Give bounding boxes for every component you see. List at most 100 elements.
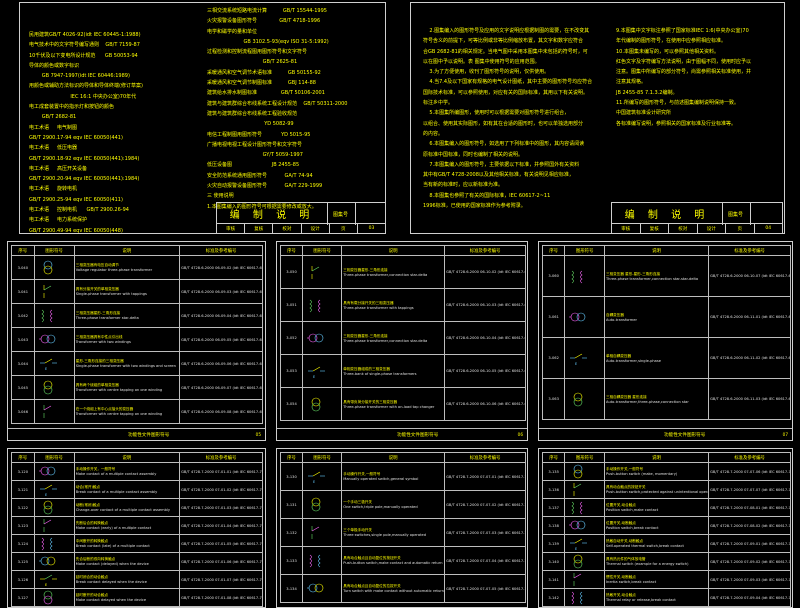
text-line: 过程检测和控制流程图用图形符号和文字符号 bbox=[207, 47, 347, 57]
electrical-symbol-icon: E bbox=[304, 468, 328, 485]
symbol-number: 3-142 bbox=[543, 589, 565, 607]
column-header: 序号 bbox=[543, 246, 565, 256]
symbol-number: 3-062 bbox=[543, 338, 565, 379]
symbol-cell bbox=[565, 256, 605, 297]
symbol-number: 3-043 bbox=[12, 328, 35, 352]
description-zh: 延时断开的动合触点 bbox=[76, 593, 108, 597]
symbol-description: 具有有载分接开关的三相变压器Three-phase transformer wi… bbox=[342, 289, 445, 322]
symbol-table: 序号图形符号说明标准及参考编号3-120手动操作开关，一般符号Make cont… bbox=[11, 452, 263, 608]
sheet-footer-title: 功能性文件图形符号 bbox=[128, 432, 169, 438]
symbol-table: 序号图形符号说明标准及参考编号3-130E手动操作开关,一般符号Manually… bbox=[280, 452, 526, 603]
symbol-number: 3-040 bbox=[12, 256, 35, 280]
svg-text:E: E bbox=[45, 367, 47, 371]
electrical-symbol-icon: E bbox=[304, 363, 328, 380]
description-zh: 手动操作开关,一般符号 bbox=[606, 467, 643, 471]
description-en: Thermal relay or release,break contact bbox=[606, 598, 707, 602]
svg-text:E: E bbox=[313, 375, 315, 379]
standard-reference: GB/T 4728.6-2000 06-09-02 (idt IEC 60617… bbox=[180, 256, 263, 280]
description-zh: 具有动合触点且自动复位的按钮开关 bbox=[343, 556, 401, 560]
description-zh: 具有动合触点且自动复位的拉拔开关 bbox=[343, 584, 401, 588]
text-line: 电信工程制图用图形符号 YD 5015-95 bbox=[207, 130, 347, 140]
notes-right: 9.本图集中文字标注参照了国家标准IEC 1:6(中央办公室)70年代编制的图形… bbox=[616, 26, 751, 129]
symbol-cell bbox=[34, 517, 74, 535]
symbol-sheet-06: 序号图形符号说明标准及参考编号3-050三相变压器星形-三角形连接Three-p… bbox=[276, 241, 528, 441]
symbol-description: 三相自耦变压器 星形连接Auto-transformer,three-phase… bbox=[604, 379, 708, 420]
text-line: 3.为了方便使用，收刊了图形符号的说明，仅供使用。 bbox=[423, 67, 592, 77]
svg-text:E: E bbox=[313, 480, 315, 484]
sheet-footer: 功能性文件图形符号 07 bbox=[539, 428, 792, 440]
electrical-symbol-icon: E bbox=[566, 350, 590, 367]
column-header: 说明 bbox=[342, 453, 445, 463]
table-row: 3-044E星形-三角形连接的三相变压器Single-phase transfo… bbox=[12, 352, 263, 376]
table-header-row: 序号图形符号说明标准及参考编号 bbox=[281, 453, 526, 463]
symbol-cell bbox=[303, 491, 342, 519]
description-en: Transformer with centre tapping on one w… bbox=[76, 388, 178, 392]
signature-cell: 设计 bbox=[698, 224, 727, 233]
symbol-cell bbox=[303, 547, 342, 575]
text-line: 红色文字及字符编写方法说明，由于图幅不同，使用时应予以 bbox=[616, 57, 751, 67]
symbol-cell: E bbox=[34, 352, 74, 376]
symbol-number: 3-051 bbox=[281, 289, 303, 322]
title-block: 编 制 说 明 图集号 审核复核校对设计页04 bbox=[611, 202, 783, 234]
symbol-cell bbox=[303, 322, 342, 355]
table-row: 3-060三相变压器 星形-星形-三角形连接Three-phase transf… bbox=[543, 256, 791, 297]
table-row: 3-136具有动合触点的按钮开关Push-button switch,prote… bbox=[543, 481, 791, 499]
symbol-description: 延时闭合的动合触点Break contact delayed when the … bbox=[74, 571, 179, 589]
symbol-cell bbox=[34, 535, 74, 553]
text-line: 2.图集编入的图形符号及应用的文字说明应根据制图的需要，在不改变其 bbox=[423, 26, 592, 36]
table-row: 3-126E延时闭合的动合触点Break contact delayed whe… bbox=[12, 571, 263, 589]
symbol-cell bbox=[34, 256, 74, 280]
standard-reference: GB/T 4728.6-2000 06-10-02 (idt IEC 60617… bbox=[445, 256, 526, 289]
text-line: 电学和磁学的量和单位 bbox=[207, 27, 347, 37]
signature-cell: 04 bbox=[755, 224, 783, 233]
symbol-number: 3-045 bbox=[12, 376, 35, 400]
symbol-cell: E bbox=[34, 571, 74, 589]
text-line: 用颜色或辅助方法标识的导体和导体终端(修订草案) bbox=[29, 81, 143, 91]
text-line: 以在图中予以说明。表 图集中使用符号的应用范围。 bbox=[423, 57, 592, 67]
description-zh: 具有动合触点的按钮开关 bbox=[606, 485, 646, 489]
text-line: 10千伏及以下变电所设计规范 GB 50053-94 bbox=[29, 51, 143, 61]
standard-reference: GB/T 4728.6-2000 06-10-07 (idt IEC 60617… bbox=[709, 256, 791, 297]
description-en: Change-over contact of a multiple contac… bbox=[76, 508, 178, 512]
standard-reference: GB/T 4728.6-2000 06-09-03 (idt IEC 60617… bbox=[180, 280, 263, 304]
svg-text:E: E bbox=[45, 493, 47, 497]
column-header: 说明 bbox=[604, 453, 708, 463]
description-zh: 自耦变压器 bbox=[606, 313, 624, 317]
title-block-signatures: 审核复核校对设计页04 bbox=[612, 223, 782, 233]
description-en: Three-phase transformer,connection star-… bbox=[343, 273, 443, 277]
symbol-description: 动合(常开)触点Break contact of a multiple cont… bbox=[74, 481, 179, 499]
table-header-row: 序号图形符号说明标准及参考编号 bbox=[12, 246, 263, 256]
table-row: 3-061自耦变压器Auto-transformerGB/T 4728.6-20… bbox=[543, 297, 791, 338]
text-line: IEC 16:1 中央办公室)70年代 bbox=[29, 92, 143, 102]
standard-reference: GB/T 4728.7-2000 07-07-07 (idt IEC 60617… bbox=[709, 481, 791, 499]
standard-reference: GB/T 4728.6-2000 06-11-01 (idt IEC 60617… bbox=[709, 297, 791, 338]
symbol-number: 3-053 bbox=[281, 355, 303, 388]
description-zh: 具有两个绕组的单相变压器 bbox=[76, 383, 119, 387]
symbol-table: 序号图形符号说明标准及参考编号3-135手动操作开关,一般符号Push-butt… bbox=[542, 452, 791, 607]
symbol-number: 3-131 bbox=[281, 491, 303, 519]
symbol-number: 3-061 bbox=[543, 297, 565, 338]
standard-reference: GB/T 4728.7-2000 07-01-07 (idt IEC 60617… bbox=[180, 571, 263, 589]
text-line: 当有新的标准时，应以新标准为准。 bbox=[423, 180, 592, 190]
symbol-description: 先断后合的转换触点Make contact (early) of a multi… bbox=[74, 517, 179, 535]
standard-reference: GB/T 4728.7-2000 07-08-02 (idt IEC 60617… bbox=[709, 517, 791, 535]
symbol-description: 一个手动三极开关One switch,triple pole,manually … bbox=[342, 491, 445, 519]
symbol-cell bbox=[303, 289, 342, 322]
symbol-description: 动断(常闭)触点Change-over contact of a multipl… bbox=[74, 499, 179, 517]
description-zh: 热敏开关,动合触点 bbox=[606, 593, 636, 597]
signature-cell: 校对 bbox=[669, 224, 698, 233]
text-line: 电工成套装置中的指示灯和按钮的颜色 bbox=[29, 102, 143, 112]
text-line: 9.本图集中文字标注参照了国家标准IEC 1:6(中央办公室)70 bbox=[616, 26, 751, 36]
symbol-cell bbox=[565, 589, 605, 607]
symbol-sheet-07: 序号图形符号说明标准及参考编号3-060三相变压器 星形-星形-三角形连接Thr… bbox=[538, 241, 793, 441]
text-line: GB/T 2682-81 bbox=[29, 112, 143, 122]
symbol-cell: E bbox=[34, 481, 74, 499]
standard-reference: GB/T 4728.6-2000 06-09-08 (idt IEC 60617… bbox=[180, 400, 263, 424]
description-en: Three-phase transformer,connection star-… bbox=[606, 277, 707, 281]
electrical-symbol-icon bbox=[304, 396, 328, 413]
standard-reference: GB/T 4728.7-2000 07-09-02 (idt IEC 60617… bbox=[709, 553, 791, 571]
symbol-number: 3-044 bbox=[12, 352, 35, 376]
electrical-symbol-icon bbox=[36, 589, 60, 606]
symbol-number: 3-125 bbox=[12, 553, 35, 571]
text-line: JB 2455-85 7.1.3.2编制。 bbox=[616, 88, 751, 98]
